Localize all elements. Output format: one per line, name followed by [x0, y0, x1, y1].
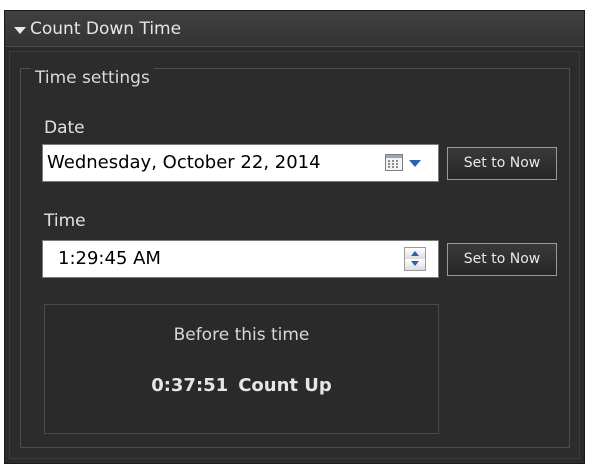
countdown-display: Before this time 0:37:51 Count Up: [44, 304, 439, 434]
calendar-icon[interactable]: [385, 154, 403, 171]
spinner-icon[interactable]: [404, 247, 426, 271]
time-set-to-now-button[interactable]: Set to Now: [447, 243, 557, 276]
time-value: 1:29:45 AM: [58, 248, 161, 269]
triangle-down-icon[interactable]: [14, 27, 26, 34]
spin-down-button[interactable]: [405, 259, 425, 270]
countdown-elapsed: 0:37:51: [151, 375, 229, 396]
countdown-caption: Before this time: [173, 325, 310, 345]
arrow-up-icon: [411, 251, 419, 256]
chevron-down-icon[interactable]: [409, 160, 421, 167]
time-label: Time: [44, 211, 86, 231]
panel-title: Count Down Time: [30, 19, 182, 39]
date-set-to-now-button[interactable]: Set to Now: [447, 147, 557, 180]
time-picker[interactable]: 1:29:45 AM: [42, 240, 439, 278]
time-settings-legend: Time settings: [31, 68, 154, 88]
countdown-readout: 0:37:51 Count Up: [45, 375, 438, 397]
date-value: Wednesday, October 22, 2014: [47, 152, 321, 173]
date-label: Date: [44, 118, 85, 138]
countdown-mode: Count Up: [238, 375, 332, 396]
panel-header[interactable]: Count Down Time: [5, 11, 584, 47]
arrow-down-icon: [411, 261, 419, 266]
date-picker[interactable]: Wednesday, October 22, 2014: [42, 144, 439, 182]
